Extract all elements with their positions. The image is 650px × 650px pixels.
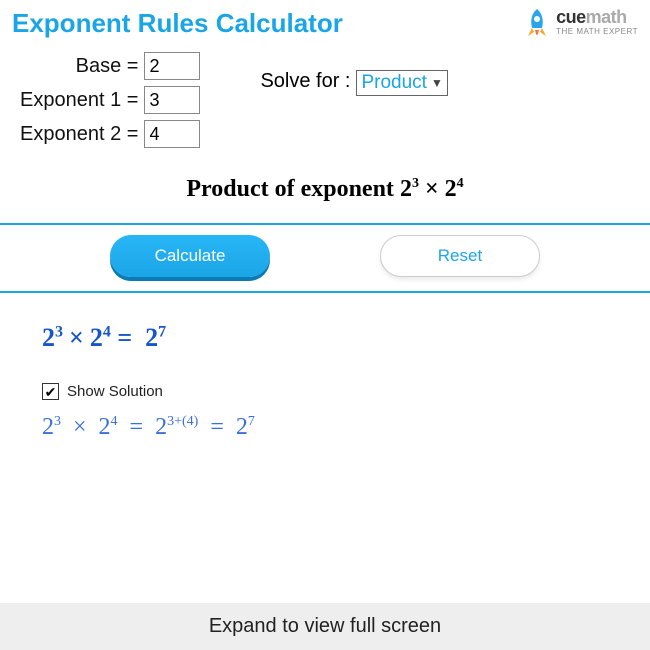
solution-equation: 23 × 24 = 23+(4) = 27 — [0, 400, 650, 441]
chevron-down-icon: ▼ — [431, 76, 443, 90]
brand-text-b: math — [586, 7, 627, 27]
exponent1-input[interactable] — [144, 86, 200, 114]
rocket-icon — [522, 8, 552, 42]
brand-logo: cuemath THE MATH EXPERT — [522, 8, 638, 42]
show-solution-label: Show Solution — [67, 383, 163, 400]
reset-button[interactable]: Reset — [380, 235, 540, 277]
button-bar: Calculate Reset — [0, 223, 650, 293]
check-icon: ✔ — [45, 385, 57, 399]
solve-for-value: Product — [361, 72, 426, 94]
calculate-button[interactable]: Calculate — [110, 235, 270, 277]
base-input[interactable] — [144, 52, 200, 80]
exponent2-input[interactable] — [144, 120, 200, 148]
show-solution-checkbox[interactable]: ✔ — [42, 383, 59, 400]
expand-fullscreen-button[interactable]: Expand to view full screen — [0, 603, 650, 650]
solve-for-label: Solve for : — [260, 70, 350, 93]
brand-tagline: THE MATH EXPERT — [556, 28, 638, 36]
page-title: Exponent Rules Calculator — [12, 8, 343, 39]
exponent2-label: Exponent 2 = — [20, 123, 138, 146]
solve-for-select[interactable]: Product ▼ — [356, 70, 447, 96]
exponent1-label: Exponent 1 = — [20, 89, 138, 112]
brand-text-a: cue — [556, 7, 586, 27]
main-equation: Product of exponent 23 × 24 — [0, 176, 650, 203]
base-label: Base = — [76, 55, 139, 78]
result-equation: 23×24 = 27 — [0, 293, 650, 353]
